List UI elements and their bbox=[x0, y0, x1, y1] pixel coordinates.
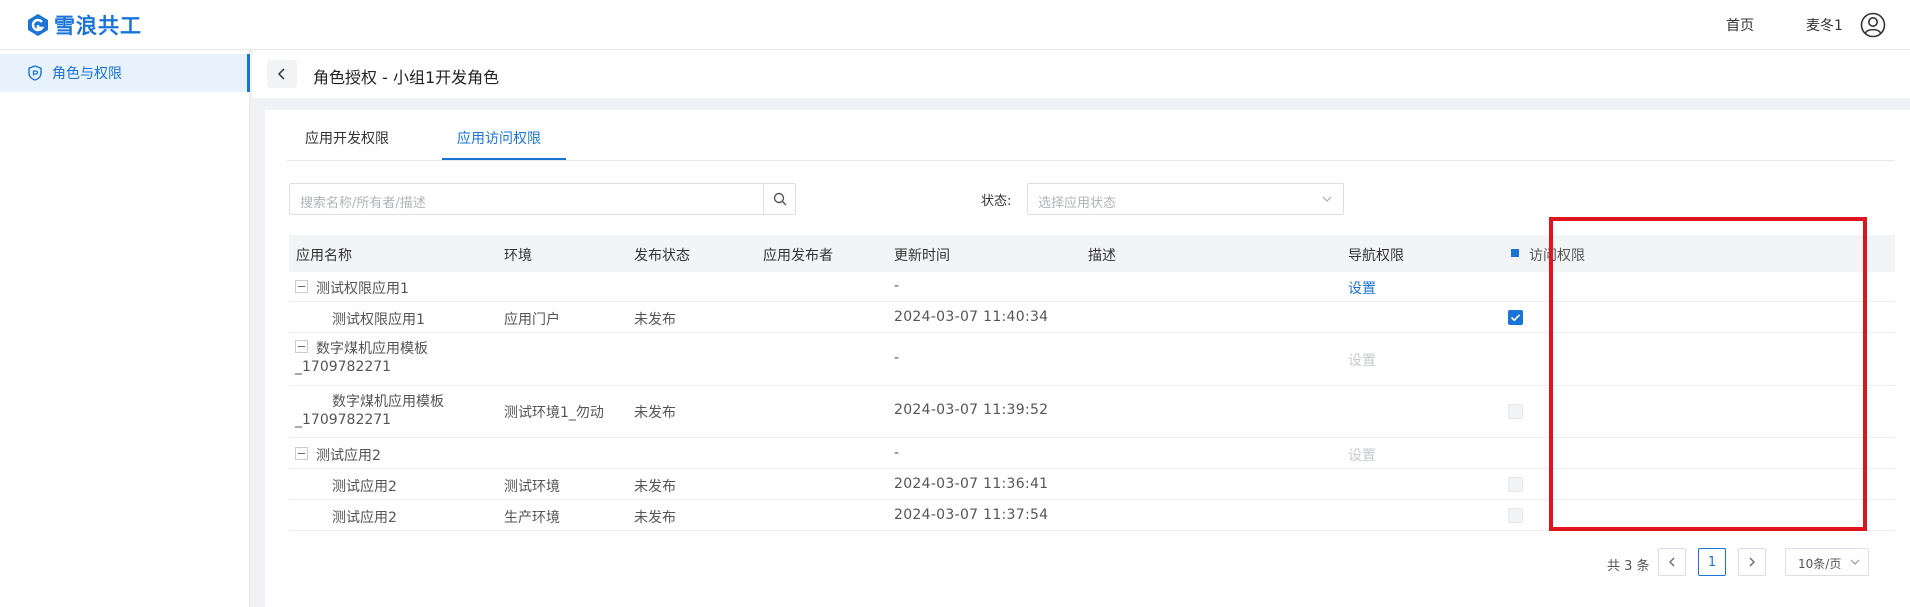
pagination-total: 共 3 条 bbox=[1607, 559, 1650, 574]
app-name-cell: 数字煤机应用模板 bbox=[332, 394, 444, 410]
collapse-toggle[interactable] bbox=[295, 340, 308, 353]
column-env: 环境 bbox=[504, 248, 532, 264]
column-description: 描述 bbox=[1088, 248, 1116, 264]
status-cell: 未发布 bbox=[634, 510, 676, 526]
app-logo[interactable]: 雪浪共工 bbox=[26, 10, 142, 40]
status-cell: 未发布 bbox=[634, 405, 676, 421]
chevron-left-icon bbox=[277, 68, 285, 80]
page-title: 角色授权 - 小组1开发角色 bbox=[313, 68, 500, 87]
nav-home-link[interactable]: 首页 bbox=[1726, 15, 1754, 35]
top-bar: 雪浪共工 首页 麦冬1 bbox=[0, 0, 1910, 50]
access-checkbox[interactable] bbox=[1508, 404, 1523, 419]
env-cell: 生产环境 bbox=[504, 510, 560, 526]
env-cell: 应用门户 bbox=[504, 312, 560, 328]
app-name-cell: 测试权限应用1 bbox=[316, 281, 409, 297]
app-name-cell: 数字煤机应用模板 bbox=[316, 341, 428, 357]
page-button-current[interactable]: 1 bbox=[1698, 548, 1726, 576]
select-all-checkbox[interactable] bbox=[1511, 249, 1519, 257]
page-size-value: 10条/页 bbox=[1798, 557, 1842, 571]
chevron-right-icon bbox=[1749, 557, 1755, 567]
page-header: 角色授权 - 小组1开发角色 bbox=[252, 50, 1910, 98]
tab-divider bbox=[287, 160, 1895, 161]
updated-cell: 2024-03-07 11:36:41 bbox=[894, 476, 1049, 492]
env-cell: 测试环境1_勿动 bbox=[504, 405, 604, 421]
search-icon bbox=[773, 192, 786, 206]
next-page-button[interactable] bbox=[1738, 548, 1766, 576]
column-publisher: 应用发布者 bbox=[763, 248, 833, 264]
app-name-cell-suffix: _1709782271 bbox=[295, 359, 392, 375]
app-name: 雪浪共工 bbox=[54, 14, 142, 38]
highlight-annotation-box bbox=[1549, 217, 1867, 531]
shield-icon bbox=[28, 65, 42, 81]
collapse-toggle[interactable] bbox=[295, 280, 308, 293]
user-avatar-icon[interactable] bbox=[1860, 12, 1886, 38]
updated-cell: 2024-03-07 11:40:34 bbox=[894, 309, 1049, 325]
app-name-cell: 测试应用2 bbox=[332, 479, 397, 495]
status-select[interactable]: 选择应用状态 bbox=[1027, 183, 1344, 215]
column-nav-permission: 导航权限 bbox=[1348, 248, 1404, 264]
app-name-cell-suffix: _1709782271 bbox=[295, 412, 392, 428]
updated-cell: - bbox=[894, 350, 900, 366]
app-name-cell: 测试权限应用1 bbox=[332, 312, 425, 328]
page-size-select[interactable]: 10条/页 bbox=[1785, 548, 1869, 576]
sidebar-item-roles[interactable]: 角色与权限 bbox=[0, 54, 250, 92]
back-button[interactable] bbox=[267, 60, 297, 88]
status-cell: 未发布 bbox=[634, 479, 676, 495]
access-checkbox[interactable] bbox=[1508, 508, 1523, 523]
prev-page-button[interactable] bbox=[1658, 548, 1686, 576]
app-name-cell: 测试应用2 bbox=[316, 448, 381, 464]
chevron-down-icon bbox=[1850, 559, 1860, 565]
user-name[interactable]: 麦冬1 bbox=[1806, 15, 1843, 35]
logo-icon bbox=[28, 14, 48, 36]
column-updated: 更新时间 bbox=[894, 248, 950, 264]
status-filter-label: 状态: bbox=[981, 194, 1012, 209]
status-placeholder: 选择应用状态 bbox=[1038, 196, 1117, 211]
access-checkbox[interactable] bbox=[1508, 310, 1523, 325]
app-name-cell: 测试应用2 bbox=[332, 510, 397, 526]
tab-dev-permission[interactable]: 应用开发权限 bbox=[305, 128, 389, 148]
sidebar: 角色与权限 bbox=[0, 50, 250, 607]
chevron-down-icon bbox=[1322, 196, 1332, 202]
access-checkbox[interactable] bbox=[1508, 477, 1523, 492]
updated-cell: 2024-03-07 11:37:54 bbox=[894, 507, 1049, 523]
chevron-left-icon bbox=[1669, 557, 1675, 567]
updated-cell: - bbox=[894, 278, 900, 294]
search-button[interactable] bbox=[763, 184, 795, 214]
env-cell: 测试环境 bbox=[504, 479, 560, 495]
nav-permission-set-link[interactable]: 设置 bbox=[1348, 350, 1376, 370]
sidebar-item-label: 角色与权限 bbox=[52, 66, 122, 82]
nav-permission-set-link[interactable]: 设置 bbox=[1348, 278, 1376, 298]
search-placeholder: 搜索名称/所有者/描述 bbox=[300, 196, 426, 211]
tab-access-permission[interactable]: 应用访问权限 bbox=[457, 128, 541, 148]
column-publish-status: 发布状态 bbox=[634, 248, 690, 264]
search-input[interactable]: 搜索名称/所有者/描述 bbox=[289, 183, 796, 215]
column-app-name: 应用名称 bbox=[296, 248, 352, 264]
nav-permission-set-link[interactable]: 设置 bbox=[1348, 445, 1376, 465]
updated-cell: 2024-03-07 11:39:52 bbox=[894, 402, 1049, 418]
status-cell: 未发布 bbox=[634, 312, 676, 328]
collapse-toggle[interactable] bbox=[295, 447, 308, 460]
checkmark-icon bbox=[1510, 314, 1521, 322]
updated-cell: - bbox=[894, 445, 900, 461]
